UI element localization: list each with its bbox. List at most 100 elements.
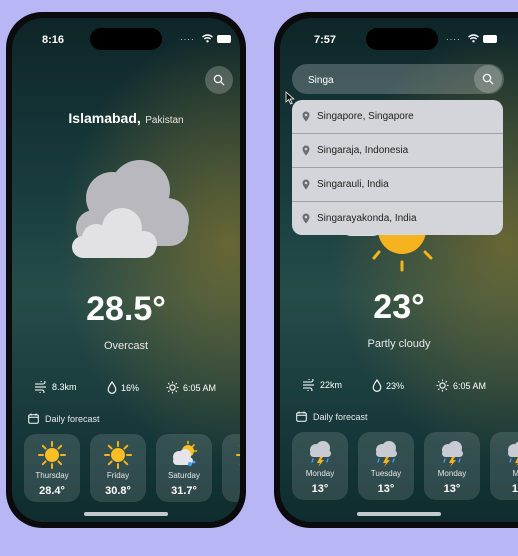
forecast-day: Mo [512,469,518,478]
dynamic-island [90,28,162,50]
forecast-card[interactable]: Monday 13° [424,432,480,500]
weather-screen-left: 8:16 ···· Islamabad, Pakistan 28.5° Over… [12,18,240,522]
wind-icon [303,379,314,391]
forecast-temp: 28 [222,485,240,497]
forecast-card[interactable]: Su 28 [222,434,240,502]
signal-icon: ···· [180,35,195,44]
wifi-icon [468,34,479,43]
forecast-card[interactable]: Tuesday 13° [358,432,414,500]
sunrise-stat: 6:05 AM [436,379,486,392]
thunderstorm-icon [310,441,331,467]
wind-value: 22km [320,380,343,390]
search-result-item[interactable]: Singaraja, Indonesia [292,134,503,168]
sun-small-icon [436,379,449,392]
daily-forecast-label: Daily forecast [45,413,100,424]
wind-stat: 22km [302,379,342,391]
humidity-stat: 16% [107,381,139,394]
status-time: 7:57 [314,34,337,46]
calendar-icon [28,413,39,424]
mouse-cursor-icon [285,91,295,105]
sunrise-value: 6:05 AM [453,380,487,391]
forecast-temp: 13° [377,483,395,495]
home-indicator[interactable] [357,512,441,516]
weather-condition: Partly cloudy [367,338,431,350]
city-name: Islamabad, [68,110,141,126]
sunrise-value: 6:05 AM [183,382,217,393]
partly-cloudy-icon [173,440,198,466]
wifi-icon [202,34,213,43]
droplet-icon [372,379,382,392]
wind-value: 8.3km [52,382,77,392]
humidity-value: 16% [121,382,140,393]
forecast-day: Monday [305,469,335,478]
thunderstorm-icon [508,441,518,467]
forecast-temp: 13° [443,483,461,495]
search-button[interactable] [474,65,502,93]
battery-icon [217,35,231,43]
search-icon [213,74,225,86]
forecast-temp: 30.8° [105,485,131,497]
forecast-temp: 13 [511,483,518,495]
forecast-card[interactable]: Mo 13 [490,432,518,500]
thunderstorm-icon [442,441,463,467]
search-button[interactable] [205,66,233,94]
forecast-temp: 13° [311,483,329,495]
forecast-card[interactable]: Friday 30.8° [90,434,146,502]
wind-stat: 8.3km [34,381,77,393]
forecast-day: Tuesday [370,469,402,478]
location-label: Islamabad, Pakistan [12,110,240,128]
map-pin-icon [302,213,310,224]
dynamic-island [366,28,438,50]
search-bar [292,64,504,96]
home-indicator[interactable] [84,512,168,516]
battery-icon [483,35,497,43]
daily-forecast-label: Daily forecast [313,411,368,422]
calendar-icon [296,411,307,422]
search-results-dropdown: Singapore, Singapore Singaraja, Indonesi… [292,100,503,235]
humidity-stat: 23% [372,379,404,392]
forecast-day: Su [222,471,240,480]
forecast-day: Saturday [167,471,201,480]
daily-forecast-header: Daily forecast [28,413,100,424]
current-temperature: 28.5° [86,290,166,328]
sun-icon [38,441,66,469]
search-result-label: Singaraja, Indonesia [317,145,409,156]
signal-icon: ···· [446,35,461,44]
country-name: Pakistan [145,115,184,126]
forecast-temp: 28.4° [39,485,65,497]
forecast-day: Thursday [35,471,69,480]
sun-icon [104,441,132,469]
phone-right: 7:57 ···· Singapore, Singapore [274,12,518,528]
daily-forecast-header: Daily forecast [296,411,368,422]
sunrise-stat: 6:05 AM [166,381,216,394]
search-result-item[interactable]: Singarauli, India [292,168,503,202]
search-input[interactable] [306,64,460,96]
cloud-icon [72,160,189,258]
forecast-temp: 31.7° [171,485,197,497]
current-temperature: 23° [373,288,425,326]
forecast-card[interactable]: Monday 13° [292,432,348,500]
sun-small-icon [166,381,179,394]
search-result-item[interactable]: Singapore, Singapore [292,100,503,134]
weather-screen-right: 7:57 ···· Singapore, Singapore [280,18,518,522]
weather-condition: Overcast [103,340,148,352]
map-pin-icon [302,111,310,122]
droplet-icon [107,381,117,394]
forecast-card[interactable]: Saturday 31.7° [156,434,212,502]
status-time: 8:16 [42,34,65,46]
humidity-value: 23% [386,380,405,391]
search-result-label: Singarauli, India [317,179,389,190]
thunderstorm-icon [376,441,397,467]
forecast-card[interactable]: Thursday 28.4° [24,434,80,502]
search-result-item[interactable]: Singarayakonda, India [292,202,503,235]
forecast-day: Monday [437,469,467,478]
phone-left: 8:16 ···· Islamabad, Pakistan 28.5° Over… [6,12,246,528]
wind-icon [35,381,46,393]
search-result-label: Singarayakonda, India [317,213,417,224]
map-pin-icon [302,179,310,190]
search-result-label: Singapore, Singapore [317,111,414,122]
sun-icon [236,445,240,465]
forecast-day: Friday [106,471,130,480]
map-pin-icon [302,145,310,156]
search-icon [482,73,494,85]
